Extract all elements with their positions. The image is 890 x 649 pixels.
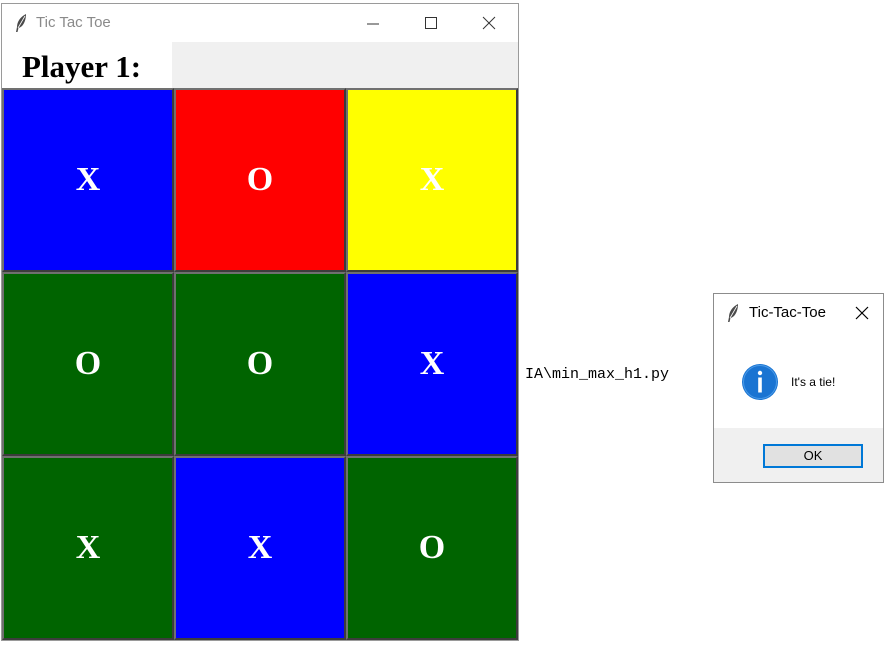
cell-mark: X [247, 529, 273, 566]
maximize-icon [425, 17, 437, 29]
minimize-icon [367, 23, 379, 25]
board-cell-4[interactable]: O [2, 272, 174, 456]
board-cell-6[interactable]: X [346, 272, 518, 456]
cell-mark: X [419, 161, 445, 198]
board-cell-8[interactable]: X [174, 456, 346, 640]
minimize-button[interactable] [344, 4, 402, 42]
game-board: X O X O O X X X O [2, 88, 518, 640]
cell-mark: O [246, 161, 274, 198]
board-cell-9[interactable]: O [346, 456, 518, 640]
cell-mark: X [75, 161, 101, 198]
dialog-close-button[interactable] [848, 300, 876, 326]
board-cell-2[interactable]: O [174, 88, 346, 272]
main-window: Tic Tac Toe Player 1: X O X O O X X X O [1, 3, 519, 641]
dialog-title-bar[interactable]: Tic-Tac-Toe [714, 294, 883, 332]
feather-icon [16, 14, 26, 32]
dialog-footer: OK [714, 428, 883, 482]
cell-mark: O [418, 529, 446, 566]
cell-mark: X [419, 345, 445, 382]
cell-mark: X [75, 529, 101, 566]
maximize-button[interactable] [402, 4, 460, 42]
info-icon [742, 364, 778, 400]
dialog-title: Tic-Tac-Toe [749, 304, 826, 321]
board-cell-7[interactable]: X [2, 456, 174, 640]
ok-button[interactable]: OK [763, 444, 863, 468]
cell-mark: O [74, 345, 102, 382]
close-icon [855, 306, 869, 320]
board-cell-5[interactable]: O [174, 272, 346, 456]
board-cell-1[interactable]: X [2, 88, 174, 272]
feather-icon [728, 304, 738, 322]
cell-mark: O [246, 345, 274, 382]
dialog-message: It's a tie! [791, 375, 836, 389]
player-label: Player 1: [2, 42, 172, 88]
close-icon [482, 16, 496, 30]
message-dialog: Tic-Tac-Toe It's a tie! OK [713, 293, 884, 483]
title-bar[interactable]: Tic Tac Toe [2, 4, 518, 42]
player-row: Player 1: [2, 42, 518, 88]
background-console-text: IA\min_max_h1.py [525, 366, 670, 383]
close-button[interactable] [460, 4, 518, 42]
board-cell-3[interactable]: X [346, 88, 518, 272]
window-title: Tic Tac Toe [36, 14, 111, 31]
